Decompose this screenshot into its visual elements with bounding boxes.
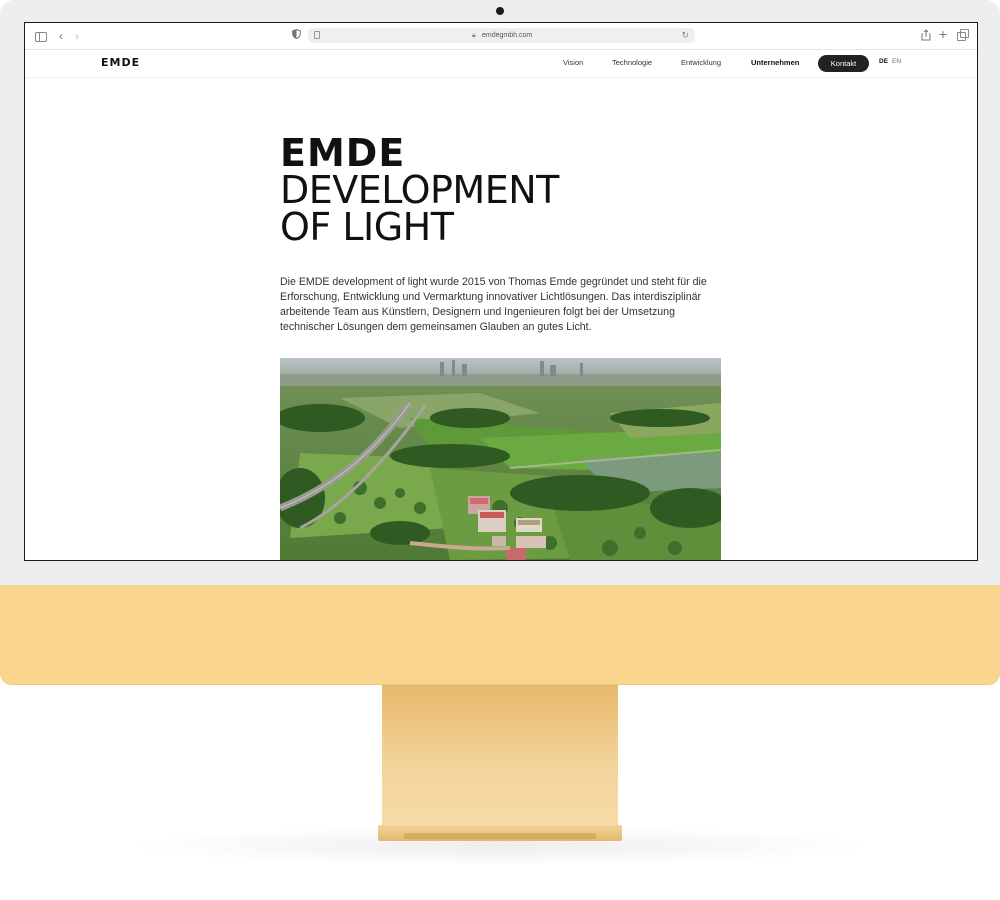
hero-title-line-2: DEVELOPMENT [280, 168, 559, 212]
nav-technology[interactable]: Technologie [612, 58, 652, 67]
aerial-landscape-image [280, 358, 721, 560]
url-text: emdegmbh.com [482, 32, 533, 39]
stand-foot [378, 825, 622, 841]
hero-title: EMDE DEVELOPMENT OF LIGHT [280, 131, 559, 249]
intro-paragraph: Die EMDE development of light wurde 2015… [280, 276, 707, 333]
browser-toolbar: ‹ › 🔒︎ emdegmbh.com ↻ + [25, 23, 977, 50]
camera-icon [496, 7, 504, 15]
tabs-icon[interactable] [957, 29, 969, 41]
share-icon[interactable] [921, 29, 931, 43]
language-de[interactable]: DE [879, 58, 888, 65]
shield-icon[interactable] [291, 28, 301, 43]
forward-icon[interactable]: › [71, 29, 83, 43]
reload-icon[interactable]: ↻ [681, 29, 689, 41]
imac-device: ‹ › 🔒︎ emdegmbh.com ↻ + EMDE Vision Tech… [0, 0, 1000, 900]
address-bar[interactable]: 🔒︎ emdegmbh.com ↻ [308, 28, 695, 43]
display-chin [0, 585, 1000, 685]
aerial-landscape-illustration [280, 358, 721, 560]
language-en[interactable]: EN [892, 58, 901, 65]
display-stand [382, 685, 618, 825]
site-header: EMDE Vision Technologie Entwicklung Unte… [25, 50, 977, 78]
nav-company[interactable]: Unternehmen [751, 58, 799, 67]
hero-title-line-1: EMDE [280, 131, 406, 175]
page-icon [314, 31, 320, 39]
new-tab-icon[interactable]: + [938, 27, 948, 41]
lock-icon: 🔒︎ [472, 32, 476, 39]
hero-title-line-3: OF LIGHT [280, 205, 454, 249]
contact-button[interactable]: Kontakt [818, 55, 869, 72]
site-logo[interactable]: EMDE [101, 56, 140, 69]
nav-development[interactable]: Entwicklung [681, 58, 721, 67]
sidebar-icon[interactable] [35, 32, 47, 42]
nav-vision[interactable]: Vision [563, 58, 583, 67]
screen: ‹ › 🔒︎ emdegmbh.com ↻ + EMDE Vision Tech… [24, 22, 978, 561]
back-icon[interactable]: ‹ [55, 29, 67, 43]
